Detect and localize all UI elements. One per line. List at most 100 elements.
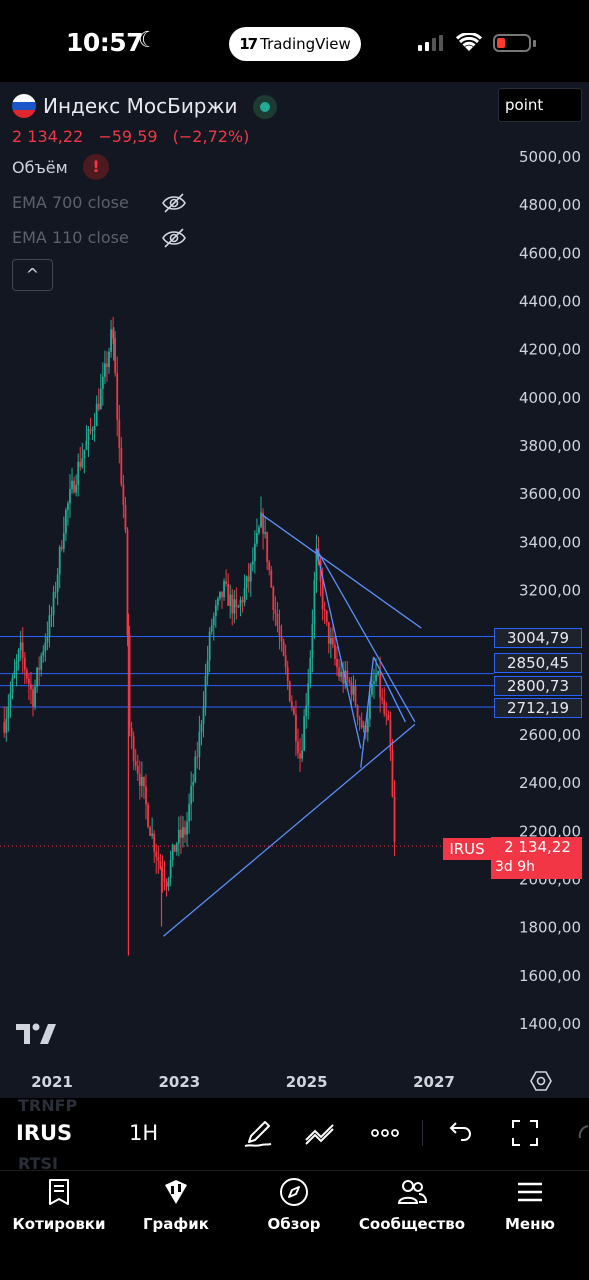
fullscreen-icon[interactable] — [508, 1116, 542, 1150]
candle-body — [81, 458, 84, 467]
candle-body — [204, 675, 207, 707]
interval-selector[interactable]: 1H — [129, 1121, 158, 1145]
candle-body — [42, 651, 45, 656]
chart-settings-icon[interactable] — [530, 1070, 552, 1092]
ema-110-label[interactable]: EMA 110 close — [12, 228, 129, 247]
ema-700-label[interactable]: EMA 700 close — [12, 193, 129, 212]
ghost-ticker: TRNFP — [18, 1098, 78, 1115]
price-axis-label: 3800,00 — [519, 437, 581, 455]
symbol-selector[interactable]: IRUS — [16, 1121, 72, 1145]
price-axis-label: 3600,00 — [519, 485, 581, 503]
candle-body — [184, 827, 186, 835]
candle-body — [83, 449, 86, 459]
collapse-legend-button[interactable]: ^ — [12, 259, 53, 291]
symbol-name[interactable]: Индекс МосБиржи — [43, 94, 238, 118]
candle-body — [216, 598, 219, 606]
trendline — [261, 514, 422, 629]
trendline — [315, 548, 362, 749]
candle-body — [239, 600, 242, 607]
candle-body — [97, 403, 100, 410]
chart-area[interactable]: 5000,00 4800,00 4600,00 4400,00 4200,00 4000,… — [0, 82, 589, 1098]
candle-body — [155, 851, 158, 857]
tab-chart[interactable]: График — [117, 1171, 235, 1261]
candle-body — [143, 776, 145, 787]
candle-body — [280, 636, 283, 642]
candle-body — [175, 843, 178, 852]
candle-body — [282, 641, 285, 656]
undo-icon[interactable] — [443, 1116, 477, 1150]
candle-body — [101, 376, 104, 389]
candle-body — [157, 856, 160, 861]
chart-toolbar: TRNFP RTSI IRUS 1H — [0, 1098, 589, 1170]
candle-body — [188, 804, 191, 822]
candle-body — [235, 599, 238, 608]
tab-label: Меню — [504, 1215, 556, 1233]
candle-body — [332, 638, 334, 645]
candle-body — [237, 606, 240, 608]
candle-body — [274, 610, 277, 614]
candle-body — [301, 750, 303, 759]
tab-quotes[interactable]: Котировки — [0, 1171, 118, 1261]
candle-body — [233, 599, 236, 614]
candle-body — [311, 624, 314, 658]
candle-body — [89, 429, 92, 431]
level-price-tag[interactable]: 2712,19 — [494, 698, 582, 718]
tradingview-watermark-icon — [16, 1023, 56, 1044]
candle-body — [58, 547, 61, 575]
drawing-tools-icon[interactable] — [303, 1116, 337, 1150]
candle-body — [50, 615, 53, 617]
candle-body — [338, 667, 340, 677]
candle-body — [106, 363, 108, 367]
candle-body — [348, 679, 351, 683]
tab-overview[interactable]: Обзор — [235, 1171, 353, 1261]
price-axis-label: 1400,00 — [519, 1015, 581, 1033]
warning-icon[interactable]: ! — [83, 154, 109, 180]
candle-body — [329, 638, 332, 644]
candle-body — [177, 829, 180, 844]
candle-body — [73, 480, 75, 493]
trendline — [162, 723, 416, 937]
candle-body — [38, 667, 41, 670]
price-axis-label: 3200,00 — [519, 582, 581, 600]
candle-body — [99, 388, 102, 410]
eye-off-icon[interactable] — [160, 227, 188, 249]
candle-body — [36, 667, 39, 687]
tradingview-pill[interactable]: 17 TradingView — [229, 27, 361, 61]
candle-body — [130, 727, 133, 737]
level-price-tag[interactable]: 3004,79 — [494, 628, 582, 648]
candle-body — [153, 833, 156, 852]
candle-body — [91, 429, 94, 431]
candle-body — [95, 403, 98, 426]
candle-body — [180, 829, 182, 838]
price-axis-label: 4400,00 — [519, 293, 581, 311]
candle-body — [194, 756, 197, 782]
tab-community[interactable]: Сообщество — [353, 1171, 471, 1261]
cellular-signal-icon — [418, 35, 443, 51]
wifi-icon — [456, 33, 482, 51]
volume-indicator-label[interactable]: Объём — [12, 158, 68, 177]
candle-body — [219, 591, 221, 599]
clock: 10:57 — [66, 28, 144, 57]
tab-menu[interactable]: Меню — [471, 1171, 589, 1261]
more-icon[interactable] — [368, 1116, 402, 1150]
redo-icon[interactable] — [572, 1116, 589, 1150]
candle-body — [266, 532, 269, 563]
tab-label: Котировки — [12, 1215, 106, 1233]
candle-body — [32, 689, 34, 707]
candle-body — [69, 489, 71, 504]
last-price-tag: 2 134,22 3d 9h — [491, 837, 582, 879]
level-price-tag[interactable]: 2850,45 — [494, 653, 582, 673]
candle-body — [140, 776, 143, 786]
candle-body — [272, 587, 275, 611]
candle-body — [241, 600, 244, 603]
level-price-tag[interactable]: 2800,73 — [494, 676, 582, 696]
candle-body — [138, 773, 141, 786]
scale-mode-button[interactable]: point — [498, 88, 582, 122]
battery-icon — [493, 34, 531, 52]
trendline — [372, 656, 406, 723]
eye-off-icon[interactable] — [160, 192, 188, 214]
tab-label: График — [143, 1215, 209, 1233]
price-axis-label: 4600,00 — [519, 244, 581, 262]
pen-icon[interactable] — [241, 1116, 275, 1150]
candle-body — [253, 543, 256, 562]
